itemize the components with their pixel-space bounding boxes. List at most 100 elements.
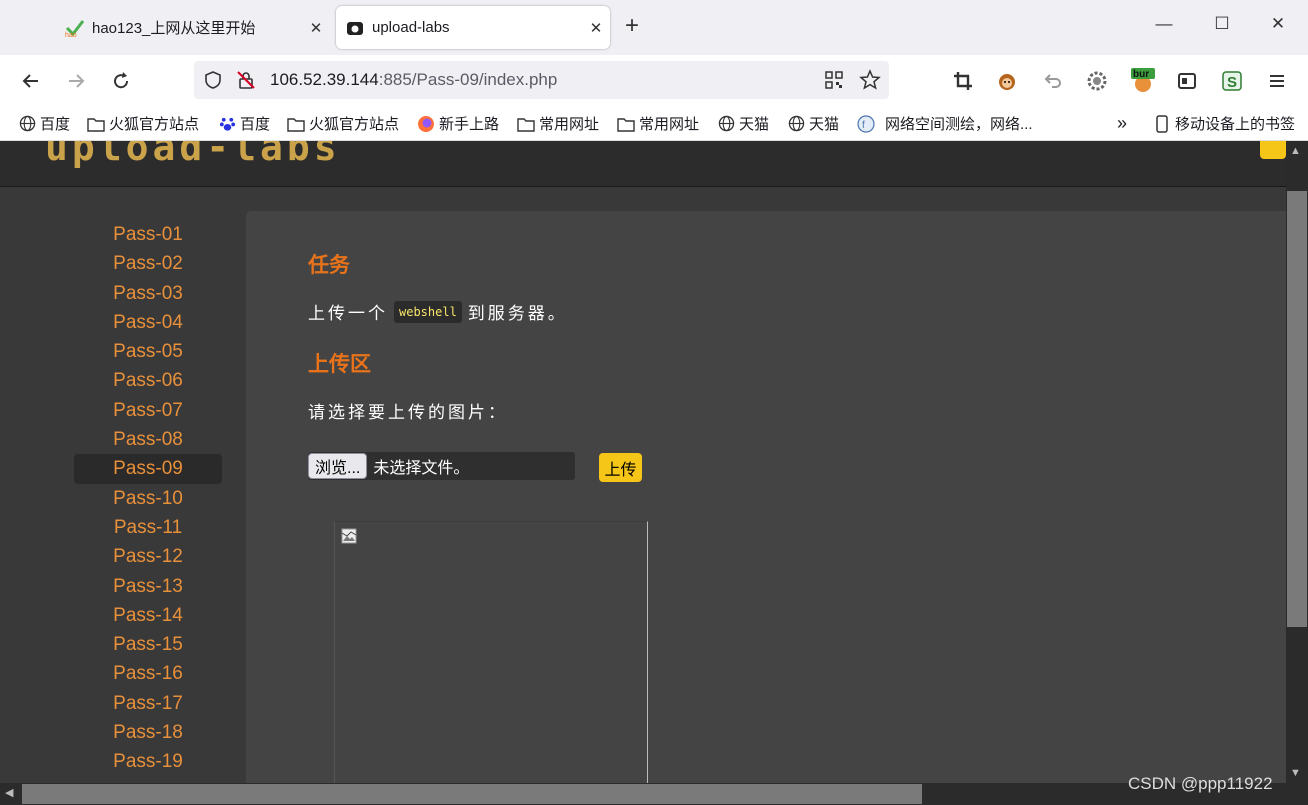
url-bar[interactable]: 106.52.39.144:885/Pass-09/index.php — [194, 61, 889, 99]
shield-icon[interactable] — [203, 70, 223, 95]
folder-icon — [87, 115, 105, 133]
bookmark-item[interactable]: f 网络空间测绘，网络... — [857, 113, 1033, 134]
monkey-extension-icon[interactable] — [994, 68, 1020, 94]
browse-button[interactable]: 浏览... — [308, 453, 368, 479]
bookmark-folder[interactable]: 常用网址 — [617, 113, 699, 134]
bookmark-item[interactable]: 新手上路 — [417, 113, 499, 134]
upload-heading: 上传区 — [308, 353, 371, 376]
bookmark-folder[interactable]: 火狐官方站点 — [87, 113, 199, 134]
nav-bar: 106.52.39.144:885/Pass-09/index.php bur … — [0, 55, 1308, 107]
upload-prompt: 请选择要上传的图片： — [308, 403, 508, 422]
preview-image-container — [334, 521, 648, 783]
site-logo[interactable]: upload-labs — [45, 141, 341, 169]
reader-icon[interactable] — [1174, 68, 1200, 94]
hao123-icon: hao — [64, 18, 86, 38]
sidebar-item-pass-04[interactable]: Pass-04 — [74, 308, 222, 337]
bookmark-item[interactable]: 天猫 — [717, 113, 769, 134]
task-description: 上传一个 webshell 到服务器。 — [308, 299, 568, 324]
bookmark-star-icon[interactable] — [859, 69, 881, 96]
close-tab-icon[interactable]: ✕ — [302, 19, 330, 37]
folder-icon — [517, 115, 535, 133]
sidebar-item-pass-16[interactable]: Pass-16 — [74, 659, 222, 688]
undo-icon[interactable] — [1040, 68, 1066, 94]
svg-text:bur: bur — [1133, 69, 1149, 80]
mobile-device-icon — [1153, 114, 1171, 133]
sidebar-item-pass-05[interactable]: Pass-05 — [74, 337, 222, 366]
scroll-up-arrow-icon[interactable]: ▲ — [1290, 145, 1301, 157]
code-snippet: webshell — [394, 300, 462, 323]
svg-text:f: f — [862, 120, 865, 131]
close-tab-icon[interactable]: ✕ — [582, 19, 610, 37]
back-icon[interactable] — [17, 67, 45, 95]
horizontal-scroll-thumb[interactable] — [22, 784, 922, 804]
site-icon: f — [857, 114, 875, 133]
gear-extension-icon[interactable] — [1084, 68, 1110, 94]
sidebar-item-pass-14[interactable]: Pass-14 — [74, 601, 222, 630]
page-header: upload-labs — [0, 141, 1286, 187]
bookmarks-bar: 百度 火狐官方站点 百度 火狐官方站点 新手上路 常用网址 常用网址 天猫 天猫… — [0, 107, 1308, 141]
sidebar-item-pass-12[interactable]: Pass-12 — [74, 542, 222, 571]
folder-icon — [617, 115, 635, 133]
pass-sidebar: Pass-01 Pass-02 Pass-03 Pass-04 Pass-05 … — [74, 220, 222, 777]
tab-title: hao123_上网从这里开始 — [92, 20, 256, 37]
file-status: 未选择文件。 — [373, 460, 470, 477]
sidebar-item-pass-06[interactable]: Pass-06 — [74, 366, 222, 395]
sidebar-item-pass-18[interactable]: Pass-18 — [74, 718, 222, 747]
sidebar-item-pass-11[interactable]: Pass-11 — [74, 513, 222, 542]
sidebar-item-pass-10[interactable]: Pass-10 — [74, 484, 222, 513]
qr-code-icon[interactable] — [824, 70, 844, 95]
scroll-down-arrow-icon[interactable]: ▼ — [1290, 767, 1301, 779]
maximize-button[interactable]: ☐ — [1210, 14, 1234, 34]
sidebar-item-pass-01[interactable]: Pass-01 — [74, 220, 222, 249]
sidebar-item-pass-13[interactable]: Pass-13 — [74, 572, 222, 601]
scroll-left-arrow-icon[interactable]: ◀ — [5, 786, 13, 799]
vertical-scroll-thumb[interactable] — [1287, 191, 1307, 627]
sidebar-item-pass-02[interactable]: Pass-02 — [74, 249, 222, 278]
svg-text:S: S — [1227, 74, 1237, 91]
svg-text:hao: hao — [65, 32, 77, 37]
sidebar-item-pass-15[interactable]: Pass-15 — [74, 630, 222, 659]
main-panel: 任务 上传一个 webshell 到服务器。 上传区 请选择要上传的图片： 浏览..… — [246, 211, 1286, 783]
web-page: upload-labs Pass-01 Pass-02 Pass-03 Pass… — [0, 141, 1286, 783]
tab-upload-labs[interactable]: upload-labs ✕ — [336, 6, 610, 49]
bookmark-folder[interactable]: 火狐官方站点 — [287, 113, 399, 134]
reload-icon[interactable] — [107, 67, 135, 95]
bookmarks-overflow-button[interactable]: » — [1117, 113, 1127, 134]
baidu-icon — [218, 115, 236, 133]
bookmark-item[interactable]: 百度 — [218, 113, 270, 134]
new-tab-button[interactable]: + — [625, 14, 639, 38]
tab-title: upload-labs — [372, 19, 450, 36]
sidebar-item-pass-09[interactable]: Pass-09 — [74, 454, 222, 484]
sidebar-item-pass-08[interactable]: Pass-08 — [74, 425, 222, 454]
upload-button[interactable]: 上传 — [599, 453, 642, 482]
globe-icon — [18, 115, 36, 133]
forward-icon[interactable] — [62, 67, 90, 95]
crop-icon[interactable] — [950, 68, 976, 94]
mobile-bookmarks[interactable]: 移动设备上的书签 — [1153, 113, 1295, 134]
url-text[interactable]: 106.52.39.144:885/Pass-09/index.php — [270, 70, 557, 90]
tab-hao123[interactable]: hao hao123_上网从这里开始 ✕ — [56, 6, 330, 49]
bookmark-item[interactable]: 百度 — [18, 113, 70, 134]
bookmark-item[interactable]: 天猫 — [787, 113, 839, 134]
insecure-lock-icon[interactable] — [236, 70, 256, 95]
sidebar-item-pass-07[interactable]: Pass-07 — [74, 396, 222, 425]
sidebar-item-pass-03[interactable]: Pass-03 — [74, 279, 222, 308]
bookmark-folder[interactable]: 常用网址 — [517, 113, 599, 134]
sidebar-item-pass-17[interactable]: Pass-17 — [74, 689, 222, 718]
header-badge[interactable] — [1260, 141, 1286, 159]
globe-icon — [787, 115, 805, 133]
watermark: CSDN @ppp11922 — [1128, 774, 1273, 793]
close-window-button[interactable]: ✕ — [1266, 14, 1290, 34]
task-heading: 任务 — [308, 254, 350, 277]
file-input[interactable]: 浏览... 未选择文件。 — [308, 452, 575, 480]
minimize-button[interactable]: — — [1152, 14, 1176, 34]
broken-image-icon — [341, 528, 357, 544]
globe-icon — [717, 115, 735, 133]
upload-labs-icon — [344, 18, 366, 38]
menu-icon[interactable] — [1264, 68, 1290, 94]
s-extension-icon[interactable]: S — [1219, 68, 1245, 94]
tab-strip: hao hao123_上网从这里开始 ✕ upload-labs ✕ + — ☐… — [0, 0, 1308, 55]
sidebar-item-pass-19[interactable]: Pass-19 — [74, 747, 222, 776]
burp-extension-icon[interactable]: bur — [1130, 68, 1156, 94]
firefox-icon — [417, 115, 435, 133]
